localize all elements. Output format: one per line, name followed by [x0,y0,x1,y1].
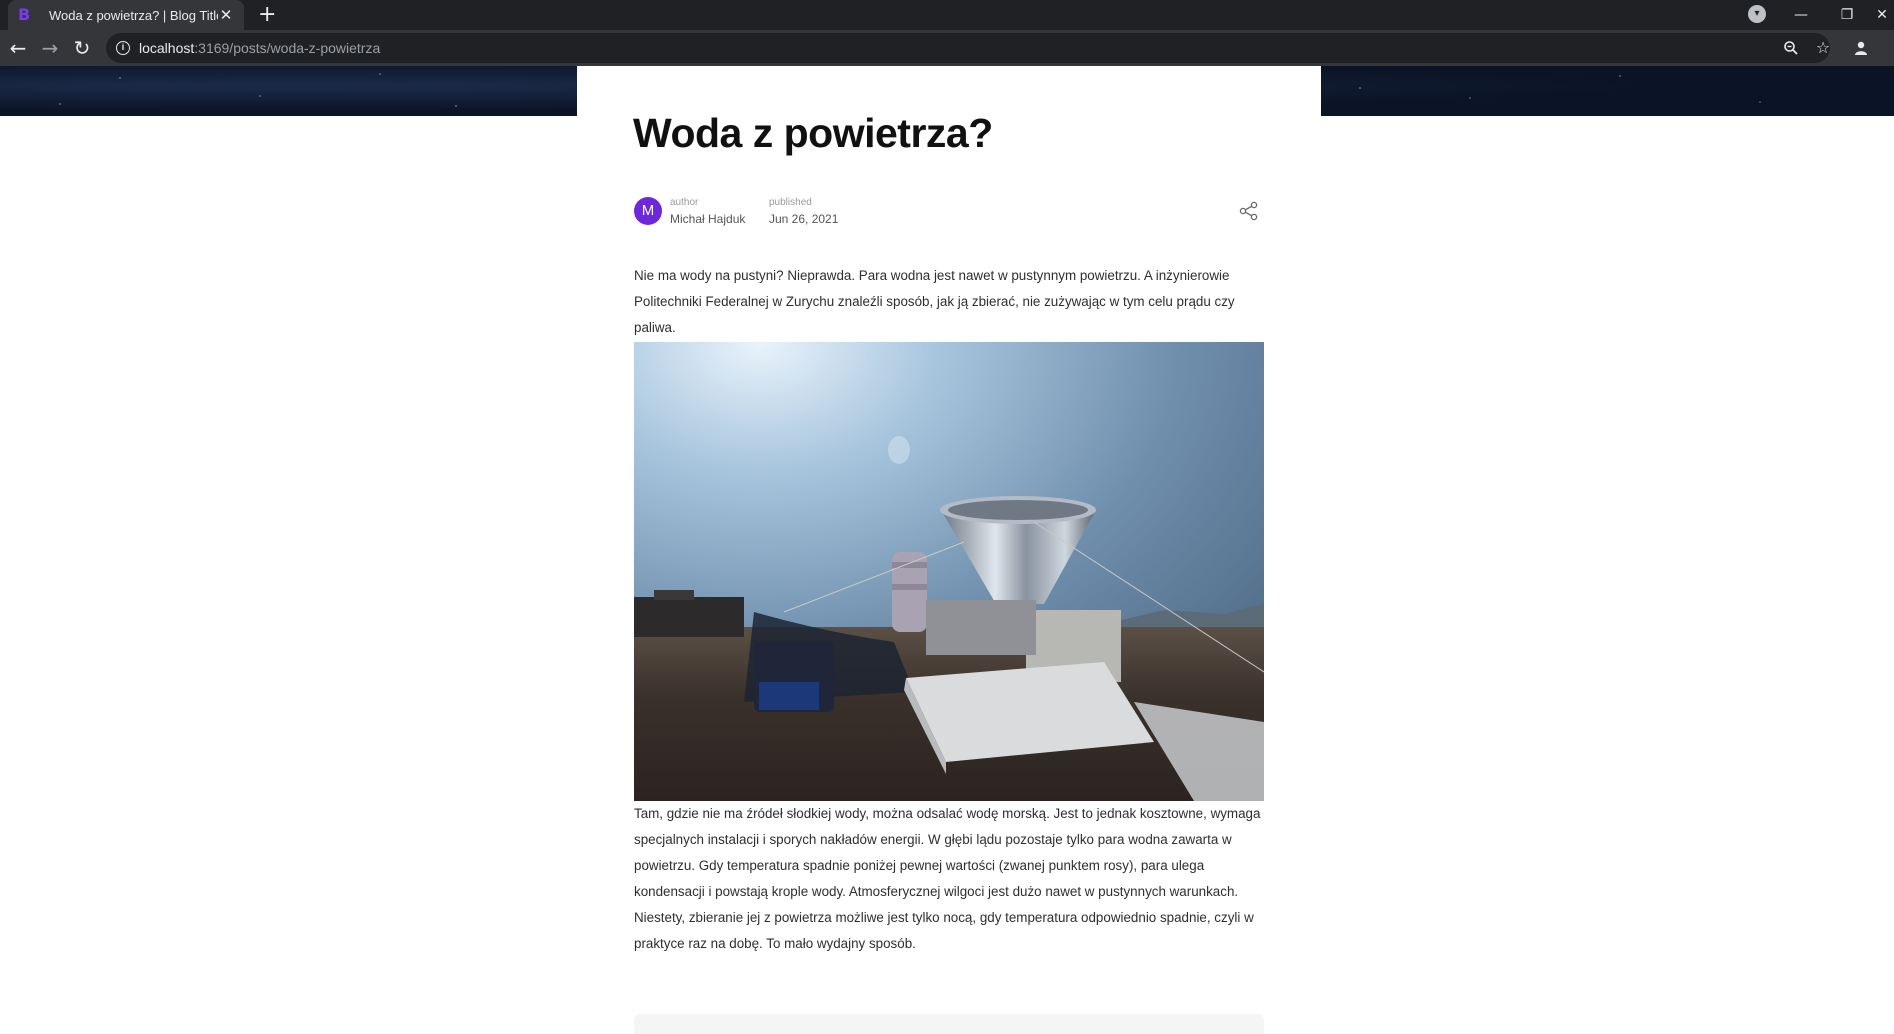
tab-title: Woda z powietrza? | Blog Title [49,7,218,23]
browser-tab[interactable]: B Woda z powietrza? | Blog Title ✕ [8,0,244,30]
star-icon[interactable]: ☆ [1812,37,1834,59]
page-viewport: Woda z powietrza? M author Michał Hajduk… [0,66,1894,1034]
published-label: published [769,197,812,208]
article-paragraph: Nie ma wody na pustyni? Nieprawda. Para … [634,268,1235,335]
restore-icon[interactable]: ❐ [1824,0,1870,30]
post-title: Woda z powietrza? [633,110,993,156]
new-tab-button[interactable]: + [258,3,276,27]
browser-toolbar: ← → ↻ i localhost:3169/posts/woda-z-powi… [0,30,1894,66]
zoom-icon[interactable] [1780,37,1802,59]
info-icon[interactable]: i [116,41,130,55]
forward-arrow-icon[interactable]: → [36,34,64,62]
related-content-card[interactable] [634,1014,1264,1034]
profile-icon[interactable] [1850,37,1872,59]
close-icon[interactable]: ✕ [218,6,234,24]
tab-search-icon[interactable]: ▾ [1748,5,1766,23]
author-name[interactable]: Michał Hajduk [670,212,745,226]
back-arrow-icon[interactable]: ← [4,34,32,62]
author-label: author [670,197,699,208]
url-path: :3169/posts/woda-z-powietrza [194,40,381,56]
minimize-icon[interactable]: — [1778,0,1824,30]
article-paragraph: Tam, gdzie nie ma źródeł słodkiej wody, … [634,806,1261,951]
reload-icon[interactable]: ↻ [68,34,96,62]
url-host: localhost [139,40,195,56]
published-date: Jun 26, 2021 [769,212,839,226]
author-avatar[interactable]: M [634,197,662,225]
address-bar[interactable]: i localhost:3169/posts/woda-z-powietrza … [106,33,1830,63]
article-image [634,342,1264,801]
browser-tab-bar: B Woda z powietrza? | Blog Title ✕ + ▾ —… [0,0,1894,30]
window-close-icon[interactable]: ✕ [1870,0,1894,30]
url-text[interactable]: localhost:3169/posts/woda-z-powietrza [139,40,380,56]
share-icon[interactable] [1238,200,1260,222]
blog-favicon-icon: B [18,5,31,24]
